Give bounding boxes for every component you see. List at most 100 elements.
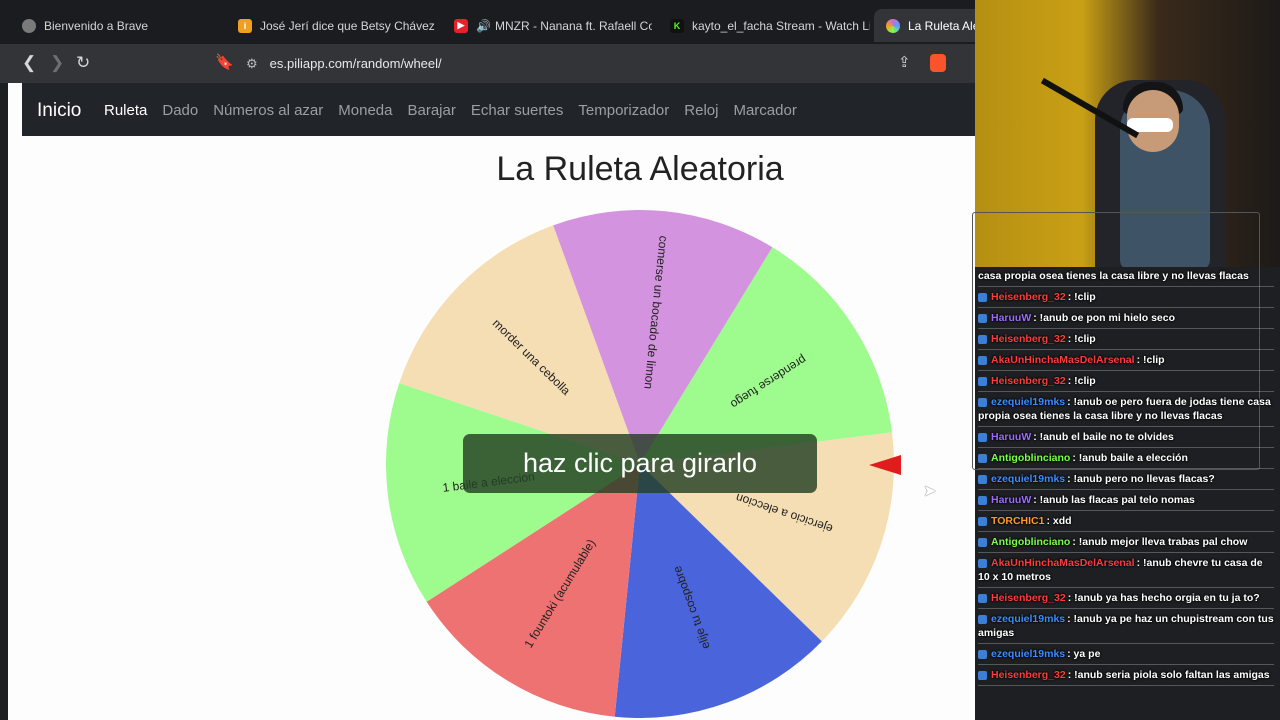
piliapp-icon [886,18,900,33]
nav-link-numeros[interactable]: Números al azar [213,102,323,119]
chat-badge-icon [978,614,987,624]
nav-home-link[interactable]: Inicio [37,100,81,122]
wheel-pointer [869,455,901,475]
tab-title: MNZR - Nanana ft. Rafaell Co [494,18,652,33]
nav-link-echar-suertes[interactable]: Echar suertes [471,102,564,119]
chat-text: : !anub baile a elección [1072,452,1188,464]
chat-text: : !anub seria piola solo faltan las amig… [1067,669,1270,681]
chat-message: AkaUnHinchaMasDelArsenal: !clip [978,350,1274,371]
tab-ruleta[interactable]: La Ruleta Alea [874,9,986,42]
chat-message: Heisenberg_32: !clip [978,329,1274,350]
chat-text: : !clip [1067,375,1096,387]
forward-icon[interactable]: ❯ [50,53,64,73]
chat-text: : !anub ya has hecho orgia en tu ja to? [1067,592,1260,604]
chat-badge-icon [978,453,987,463]
chat-username[interactable]: HaruuW [991,312,1031,324]
chat-badge-icon [978,593,987,603]
chat-badge-icon [978,292,987,302]
chat-username[interactable]: Heisenberg_32 [991,592,1066,604]
url-field[interactable]: ⚙ es.piliapp.com/random/wheel/ [246,49,956,78]
chat-username[interactable]: Antigoblinciano [991,452,1070,464]
chat-message: HaruuW: !anub el baile no te olvides [978,427,1274,448]
nav-link-reloj[interactable]: Reloj [684,102,718,119]
tab-kick[interactable]: K kayto_el_facha Stream - Watch Liv [662,9,870,42]
brave-globe-icon [22,18,36,33]
chat-badge-icon [978,495,987,505]
chat-username[interactable]: Heisenberg_32 [991,291,1066,303]
nav-link-moneda[interactable]: Moneda [338,102,392,119]
chat-username[interactable]: Antigoblinciano [991,536,1070,548]
tab-news[interactable]: i José Jerí dice que Betsy Chávez s [230,9,438,42]
chat-text: : !anub las flacas pal telo nomas [1033,494,1195,506]
chat-badge-icon [978,558,987,568]
spin-button[interactable]: haz clic para girarlo [463,434,817,493]
chat-badge-icon [978,313,987,323]
nav-link-marcador[interactable]: Marcador [733,102,796,119]
mouse-cursor-icon: ➤ [923,483,937,500]
nav-link-dado[interactable]: Dado [162,102,198,119]
youtube-icon: ▶ [454,18,468,33]
chat-message: Antigoblinciano: !anub baile a elección [978,448,1274,469]
speaker-icon[interactable]: 🔊 [476,19,491,33]
chat-badge-icon [978,516,987,526]
chat-message: ezequiel19mks: !anub pero no llevas flac… [978,469,1274,490]
chat-username[interactable]: Heisenberg_32 [991,375,1066,387]
chat-username[interactable]: Heisenberg_32 [991,333,1066,345]
chat-username[interactable]: AkaUnHinchaMasDelArsenal [991,557,1135,569]
chat-message: TORCHIC1: xdd [978,511,1274,532]
chat-badge-icon [978,334,987,344]
chat-message: HaruuW: !anub las flacas pal telo nomas [978,490,1274,511]
back-icon[interactable]: ❮ [22,53,36,73]
chat-message-list: casa propia osea tienes la casa libre y … [978,266,1278,686]
chat-message: HaruuW: !anub oe pon mi hielo seco [978,308,1274,329]
chat-message: Heisenberg_32: !anub ya has hecho orgia … [978,588,1274,609]
chat-username[interactable]: HaruuW [991,431,1031,443]
chat-message: Heisenberg_32: !clip [978,287,1274,308]
chat-username[interactable]: HaruuW [991,494,1031,506]
chat-username[interactable]: ezequiel19mks [991,396,1065,408]
nav-links: Ruleta Dado Números al azar Moneda Baraj… [104,102,797,119]
chat-message: AkaUnHinchaMasDelArsenal: !anub chevre t… [978,553,1274,588]
chat-message: ezequiel19mks: ya pe [978,644,1274,665]
nav-link-ruleta[interactable]: Ruleta [104,102,147,119]
chat-message: Antigoblinciano: !anub mejor lleva traba… [978,532,1274,553]
share-icon[interactable]: ⇪ [898,53,911,73]
site-navbar: Inicio Ruleta Dado Números al azar Moned… [22,83,975,136]
chat-badge-icon [978,432,987,442]
chat-message: ezequiel19mks: !anub ya pe haz un chupis… [978,609,1274,644]
tab-youtube[interactable]: ▶ 🔊 MNZR - Nanana ft. Rafaell Co [446,9,652,42]
chat-username[interactable]: Heisenberg_32 [991,669,1066,681]
chat-text: : !anub oe pon mi hielo seco [1033,312,1176,324]
tab-title: kayto_el_facha Stream - Watch Liv [692,18,870,33]
chat-badge-icon [978,649,987,659]
chat-username[interactable]: ezequiel19mks [991,473,1065,485]
brave-shields-icon[interactable] [930,54,946,72]
chat-message: casa propia osea tienes la casa libre y … [978,266,1274,287]
chat-badge-icon [978,397,987,407]
chat-text: : xdd [1046,515,1072,527]
chat-text: : !clip [1067,291,1096,303]
chat-username[interactable]: ezequiel19mks [991,648,1065,660]
chat-text: casa propia osea tienes la casa libre y … [978,270,1249,282]
tab-title: José Jerí dice que Betsy Chávez s [260,18,438,33]
kick-icon: K [670,18,684,33]
chat-message: ezequiel19mks: !anub oe pero fuera de jo… [978,392,1274,427]
chat-badge-icon [978,376,987,386]
nav-link-temporizador[interactable]: Temporizador [578,102,669,119]
tab-welcome[interactable]: Bienvenido a Brave [14,9,222,42]
chat-username[interactable]: TORCHIC1 [991,515,1044,527]
chat-badge-icon [978,670,987,680]
bookmark-icon[interactable]: 🔖 [215,53,234,73]
chat-text: : !clip [1136,354,1165,366]
chat-username[interactable]: ezequiel19mks [991,613,1065,625]
nav-link-barajar[interactable]: Barajar [407,102,455,119]
url-text: es.piliapp.com/random/wheel/ [269,56,442,71]
chat-badge-icon [978,537,987,547]
news-icon: i [238,18,252,33]
chat-message: Heisenberg_32: !anub seria piola solo fa… [978,665,1274,686]
chat-text: : !clip [1067,333,1096,345]
reload-icon[interactable]: ↻ [76,53,90,73]
chat-message: Heisenberg_32: !clip [978,371,1274,392]
site-info-icon[interactable]: ⚙ [246,56,258,72]
chat-username[interactable]: AkaUnHinchaMasDelArsenal [991,354,1135,366]
